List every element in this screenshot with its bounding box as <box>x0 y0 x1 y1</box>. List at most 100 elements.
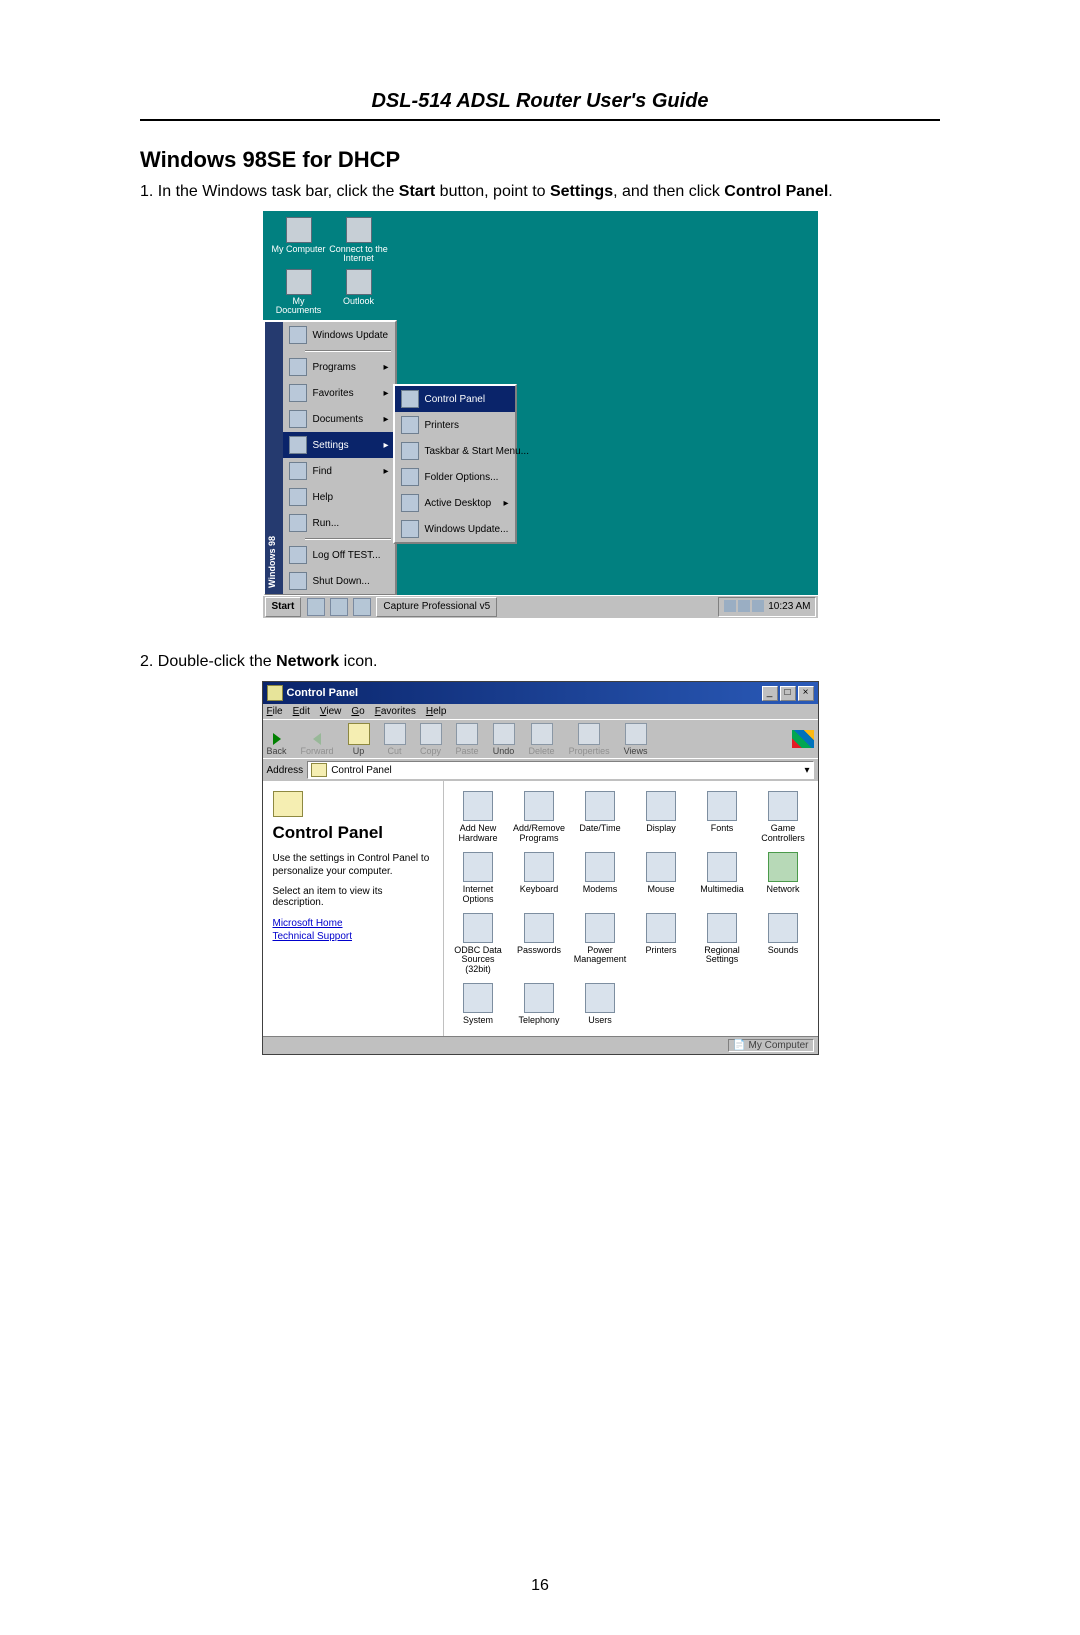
control-panel-item-label: Printers <box>633 946 690 956</box>
start-menu-stripe: Windows 98 <box>265 322 283 594</box>
maximize-button[interactable]: □ <box>780 686 796 701</box>
start-menu-item[interactable]: Programs▸ <box>283 354 395 380</box>
status-right: 📄 My Computer <box>728 1039 813 1052</box>
control-panel-item-multimedia[interactable]: Multimedia <box>694 852 751 905</box>
menu-item-label: Settings <box>313 440 349 451</box>
control-panel-item-label: ODBC Data Sources (32bit) <box>450 946 507 976</box>
control-panel-item-add-remove-programs[interactable]: Add/Remove Programs <box>511 791 568 844</box>
tray-icon[interactable] <box>752 600 764 612</box>
toolbar-views-button[interactable]: Views <box>624 723 648 756</box>
settings-submenu-item[interactable]: Taskbar & Start Menu... <box>395 438 515 464</box>
forward-icon <box>313 733 321 745</box>
menu-go[interactable]: Go <box>351 706 364 717</box>
menu-item-icon <box>401 468 419 486</box>
minimize-button[interactable]: _ <box>762 686 778 701</box>
control-panel-item-date-time[interactable]: Date/Time <box>572 791 629 844</box>
printers-icon <box>646 913 676 943</box>
menu-item-label: Find <box>313 466 332 477</box>
content-area: Control Panel Use the settings in Contro… <box>263 781 818 1036</box>
control-panel-item-power-management[interactable]: Power Management <box>572 913 629 976</box>
control-panel-item-keyboard[interactable]: Keyboard <box>511 852 568 905</box>
control-panel-item-label: Passwords <box>511 946 568 956</box>
submenu-arrow-icon: ▸ <box>383 362 388 373</box>
settings-submenu-item[interactable]: Active Desktop▸ <box>395 490 515 516</box>
menu-file[interactable]: File <box>267 706 283 717</box>
start-menu-item[interactable]: Windows Update <box>283 322 395 348</box>
menu-favorites[interactable]: Favorites <box>375 706 416 717</box>
menu-item-icon <box>401 494 419 512</box>
close-button[interactable]: × <box>798 686 814 701</box>
menu-edit[interactable]: Edit <box>293 706 310 717</box>
settings-submenu-item[interactable]: Printers <box>395 412 515 438</box>
start-menu-item[interactable]: Settings▸ <box>283 432 395 458</box>
start-menu-item[interactable]: Shut Down... <box>283 568 395 594</box>
quicklaunch-icon[interactable] <box>330 598 348 616</box>
settings-submenu-item[interactable]: Folder Options... <box>395 464 515 490</box>
menu-view[interactable]: View <box>320 706 342 717</box>
control-panel-item-printers[interactable]: Printers <box>633 913 690 976</box>
tray-icon[interactable] <box>738 600 750 612</box>
control-panel-item-odbc-data-sources-32bit-[interactable]: ODBC Data Sources (32bit) <box>450 913 507 976</box>
control-panel-item-regional-settings[interactable]: Regional Settings <box>694 913 751 976</box>
start-menu-item[interactable]: Help <box>283 484 395 510</box>
dropdown-arrow-icon[interactable]: ▾ <box>804 765 809 776</box>
control-panel-item-label: Game Controllers <box>755 824 812 844</box>
control-panel-item-label: Display <box>633 824 690 834</box>
fonts-icon <box>707 791 737 821</box>
menu-item-icon <box>289 384 307 402</box>
control-panel-item-network[interactable]: Network <box>755 852 812 905</box>
start-menu-item[interactable]: Favorites▸ <box>283 380 395 406</box>
menu-item-label: Taskbar & Start Menu... <box>425 446 530 457</box>
link-technical-support[interactable]: Technical Support <box>273 931 433 942</box>
desktop-icon-outlook[interactable]: Outlook <box>329 269 389 306</box>
control-panel-item-telephony[interactable]: Telephony <box>511 983 568 1026</box>
figure-1-wrap: My Computer Connect to the Internet My D… <box>140 211 940 623</box>
control-panel-item-passwords[interactable]: Passwords <box>511 913 568 976</box>
address-field[interactable]: Control Panel ▾ <box>307 761 813 779</box>
quicklaunch-icon[interactable] <box>353 598 371 616</box>
menu-item-icon <box>289 326 307 344</box>
control-panel-item-display[interactable]: Display <box>633 791 690 844</box>
menu-item-label: Run... <box>313 518 340 529</box>
quicklaunch-icon[interactable] <box>307 598 325 616</box>
control-panel-item-fonts[interactable]: Fonts <box>694 791 751 844</box>
settings-submenu-item[interactable]: Windows Update... <box>395 516 515 542</box>
toolbar-up-button[interactable]: Up <box>348 723 370 756</box>
start-menu-item[interactable]: Find▸ <box>283 458 395 484</box>
tray-icon[interactable] <box>724 600 736 612</box>
control-panel-item-users[interactable]: Users <box>572 983 629 1026</box>
start-menu-item[interactable]: Run... <box>283 510 395 536</box>
figure-control-panel: Control Panel _ □ × FileEditViewGoFavori… <box>262 681 819 1055</box>
toolbar-undo-button[interactable]: Undo <box>493 723 515 756</box>
start-menu-item[interactable]: Log Off TEST... <box>283 542 395 568</box>
control-panel-item-modems[interactable]: Modems <box>572 852 629 905</box>
toolbar-label: Back <box>267 746 287 756</box>
menu-help[interactable]: Help <box>426 706 447 717</box>
menu-item-icon <box>289 488 307 506</box>
taskbar-button[interactable]: Capture Professional v5 <box>376 597 497 617</box>
start-button[interactable]: Start <box>265 597 302 617</box>
toolbar-copy-button: Copy <box>420 723 442 756</box>
desktop-icon-my-computer[interactable]: My Computer <box>269 217 329 254</box>
control-panel-item-system[interactable]: System <box>450 983 507 1026</box>
toolbar-back-button[interactable]: Back <box>267 727 287 756</box>
keyboard-icon <box>524 852 554 882</box>
left-info-pane: Control Panel Use the settings in Contro… <box>263 781 444 1036</box>
control-panel-item-label: Multimedia <box>694 885 751 895</box>
desktop-icon-my-documents[interactable]: My Documents <box>269 269 329 316</box>
desktop-icon-connect-internet[interactable]: Connect to the Internet <box>329 217 389 264</box>
start-menu-item[interactable]: Documents▸ <box>283 406 395 432</box>
figure-start-menu: My Computer Connect to the Internet My D… <box>263 211 818 618</box>
taskbar: Start Capture Professional v5 10:23 AM <box>263 595 818 618</box>
control-panel-item-game-controllers[interactable]: Game Controllers <box>755 791 812 844</box>
desktop-icon-label: Connect to the Internet <box>329 245 389 264</box>
control-panel-item-mouse[interactable]: Mouse <box>633 852 690 905</box>
control-panel-item-sounds[interactable]: Sounds <box>755 913 812 976</box>
link-microsoft-home[interactable]: Microsoft Home <box>273 918 433 929</box>
settings-submenu-item[interactable]: Control Panel <box>395 386 515 412</box>
menu-item-icon <box>401 416 419 434</box>
control-panel-item-add-new-hardware[interactable]: Add New Hardware <box>450 791 507 844</box>
step-1-text-b: button, point to <box>435 183 550 200</box>
desktop-icon-label: Outlook <box>329 297 389 306</box>
control-panel-item-internet-options[interactable]: Internet Options <box>450 852 507 905</box>
